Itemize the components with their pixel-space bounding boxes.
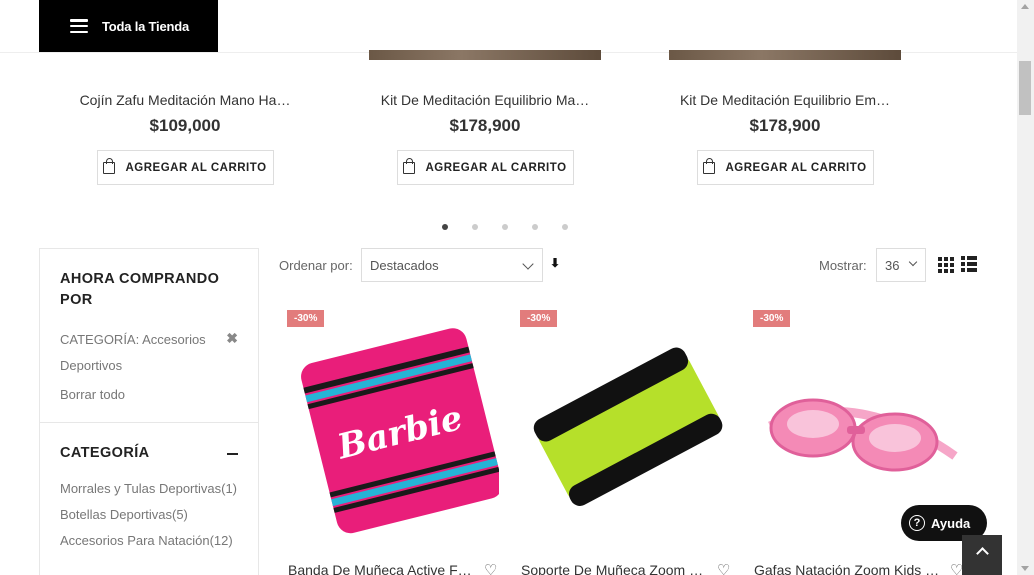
- discount-badge: -30%: [287, 310, 325, 327]
- scroll-to-top-button[interactable]: [962, 535, 1002, 575]
- carousel-product-name[interactable]: Cojín Zafu Meditación Mano Ha…: [35, 90, 335, 110]
- carousel-dot-1[interactable]: [442, 224, 472, 230]
- carousel-product-card: Cojín Zafu Meditación Mano Ha… $109,000 …: [35, 90, 335, 185]
- top-header: Toda la Tienda: [0, 0, 1017, 53]
- product-toolbar: Ordenar por: Destacados ⬇ Mostrar: 36: [279, 248, 979, 282]
- product-name[interactable]: Banda De Muñeca Active F…: [288, 562, 478, 575]
- category-title: CATEGORÍA: [60, 445, 150, 461]
- product-image-swim-goggles[interactable]: [745, 306, 965, 536]
- carousel-product-card: Kit De Meditación Equilibrio Em… $178,90…: [635, 90, 935, 185]
- category-block: CATEGORÍA Morrales y Tulas Deportivas(1)…: [40, 423, 258, 574]
- clear-all-link[interactable]: Borrar todo: [60, 387, 238, 402]
- remove-filter-icon[interactable]: ✖: [226, 327, 238, 379]
- category-list: Morrales y Tulas Deportivas(1) Botellas …: [60, 476, 238, 554]
- grid-view-icon[interactable]: [938, 257, 954, 273]
- carousel-product-price: $109,000: [149, 116, 221, 135]
- carousel-product-image[interactable]: [669, 50, 901, 60]
- show-per-page-select[interactable]: 36: [876, 248, 926, 282]
- chevron-down-icon: [522, 258, 534, 270]
- wishlist-heart-icon[interactable]: ♡: [717, 561, 730, 575]
- carousel-product-price: $178,900: [449, 116, 521, 135]
- discount-badge: -30%: [520, 310, 558, 327]
- shopping-bag-icon: [703, 157, 716, 174]
- category-item[interactable]: Botellas Deportivas(5): [60, 502, 238, 528]
- add-to-cart-button[interactable]: AGREGAR AL CARRITO: [96, 150, 274, 185]
- active-filter-value: Deportivos: [60, 358, 123, 373]
- collapse-minus-icon[interactable]: [227, 452, 238, 455]
- all-store-label: Toda la Tienda: [102, 18, 190, 34]
- question-icon: ?: [909, 515, 925, 531]
- add-to-cart-label: AGREGAR AL CARRITO: [425, 161, 567, 174]
- category-item[interactable]: Morrales y Tulas Deportivas(1): [60, 476, 238, 502]
- now-shopping-title: AHORA COMPRANDO POR: [60, 271, 220, 308]
- scrollbar-thumb[interactable]: [1019, 61, 1031, 115]
- filter-sidebar: AHORA COMPRANDO POR CATEGORÍA: Accesorio…: [39, 248, 259, 575]
- category-item[interactable]: Accesorios Para Natación(12): [60, 528, 238, 554]
- carousel-product-name[interactable]: Kit De Meditación Equilibrio Ma…: [335, 90, 635, 110]
- sort-direction-arrow-icon[interactable]: ⬇: [550, 256, 560, 270]
- carousel-dot-2[interactable]: [472, 224, 502, 230]
- product-name[interactable]: Gafas Natación Zoom Kids …: [754, 562, 944, 575]
- help-label: Ayuda: [931, 515, 971, 531]
- carousel-dot-5[interactable]: [562, 224, 592, 230]
- add-to-cart-button[interactable]: AGREGAR AL CARRITO: [696, 150, 874, 185]
- add-to-cart-label: AGREGAR AL CARRITO: [725, 161, 867, 174]
- show-label: Mostrar:: [819, 258, 867, 273]
- shopping-bag-icon: [403, 157, 416, 174]
- active-filter: CATEGORÍA: Accesorios Deportivos ✖: [60, 327, 238, 379]
- sort-by-value: Destacados: [370, 258, 439, 273]
- chevron-down-icon: [908, 257, 918, 267]
- show-per-page-value: 36: [885, 258, 900, 273]
- discount-badge: -30%: [753, 310, 791, 327]
- product-name[interactable]: Soporte De Muñeca Zoom …: [521, 562, 711, 575]
- chevron-up-icon: [975, 547, 989, 560]
- carousel-product-price: $178,900: [749, 116, 821, 135]
- list-view-icon[interactable]: [961, 256, 977, 272]
- page-scrollbar[interactable]: [1017, 0, 1034, 575]
- now-shopping-by-block: AHORA COMPRANDO POR CATEGORÍA: Accesorio…: [40, 249, 258, 422]
- hamburger-icon: [70, 19, 88, 33]
- product-image-wrist-support[interactable]: [512, 306, 732, 536]
- product-image-wristband[interactable]: Barbie: [279, 306, 499, 536]
- shopping-bag-icon: [103, 157, 116, 174]
- all-store-menu-button[interactable]: Toda la Tienda: [39, 0, 218, 52]
- wishlist-heart-icon[interactable]: ♡: [484, 561, 497, 575]
- scroll-up-arrow-icon[interactable]: [1021, 4, 1029, 9]
- sort-by-select[interactable]: Destacados: [361, 248, 543, 282]
- add-to-cart-label: AGREGAR AL CARRITO: [125, 161, 267, 174]
- carousel-product-name[interactable]: Kit De Meditación Equilibrio Em…: [635, 90, 935, 110]
- carousel-product-card: Kit De Meditación Equilibrio Ma… $178,90…: [335, 90, 635, 185]
- scroll-down-arrow-icon[interactable]: [1021, 566, 1029, 571]
- active-filter-label: CATEGORÍA: Accesorios: [60, 332, 206, 347]
- carousel-pagination: [442, 224, 592, 230]
- carousel-dot-3[interactable]: [502, 224, 532, 230]
- carousel-product-image[interactable]: [369, 50, 601, 60]
- add-to-cart-button[interactable]: AGREGAR AL CARRITO: [396, 150, 574, 185]
- sort-by-label: Ordenar por:: [279, 258, 353, 273]
- carousel-dot-4[interactable]: [532, 224, 562, 230]
